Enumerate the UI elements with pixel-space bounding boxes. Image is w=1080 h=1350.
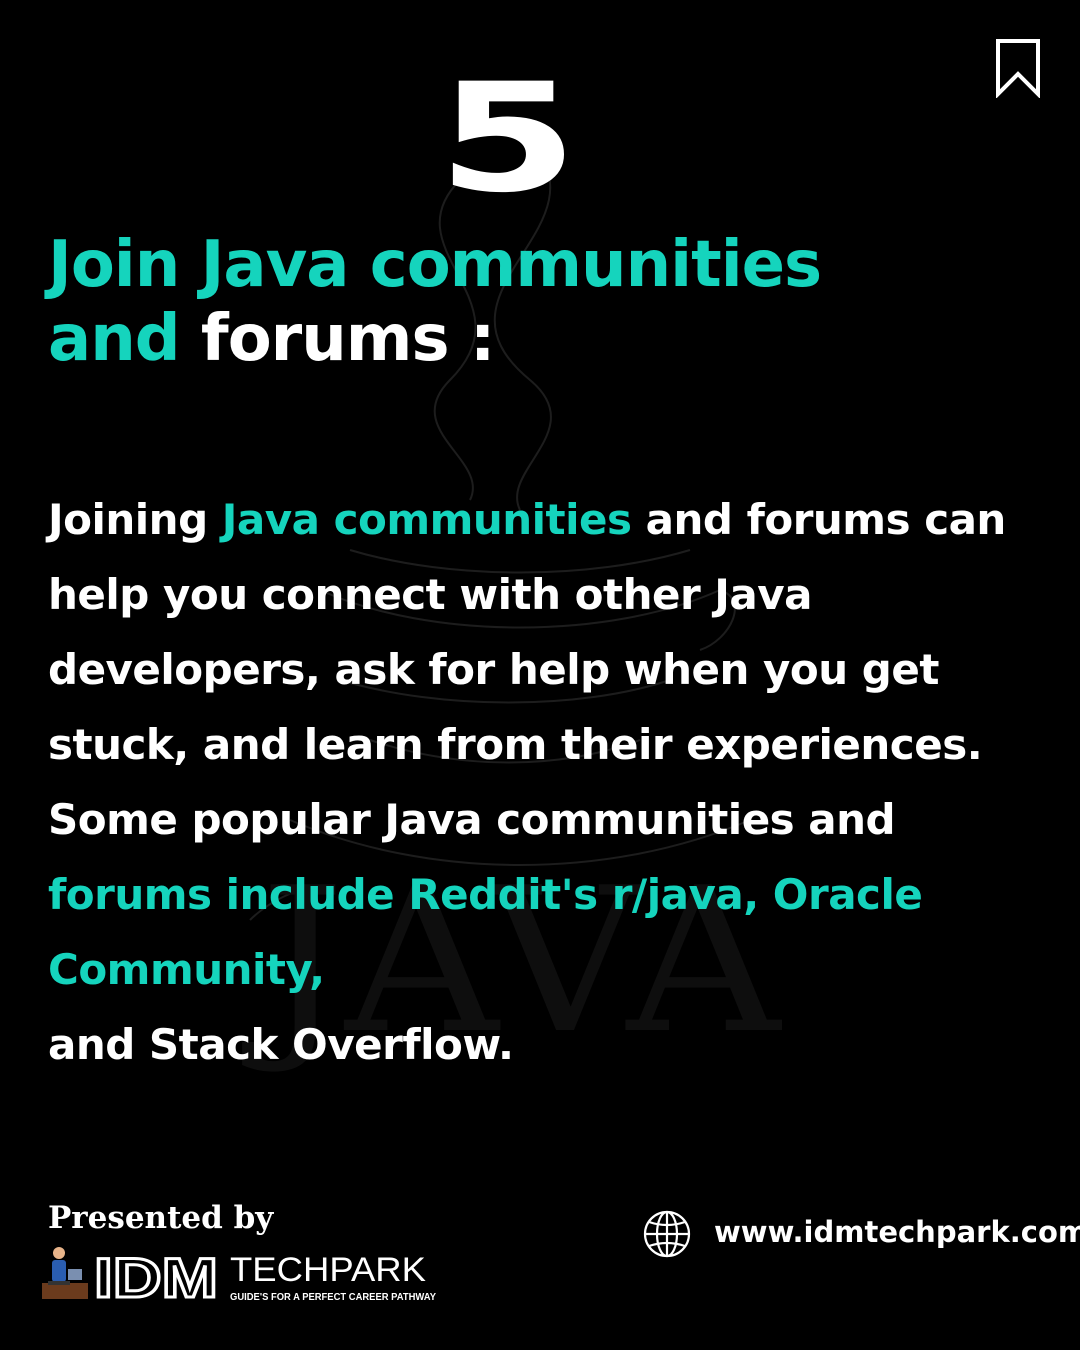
logo-idm: IDM (94, 1246, 218, 1305)
logo-tagline: GUIDE'S FOR A PERFECT CAREER PATHWAY (230, 1292, 436, 1303)
presented-by-label: Presented by (48, 1200, 274, 1236)
title-and: and (48, 302, 181, 376)
body-seg-1: Joining (48, 495, 222, 544)
idm-techpark-logo: IDM TECHPARK GUIDE'S FOR A PERFECT CAREE… (42, 1245, 436, 1305)
globe-icon (643, 1210, 691, 1258)
body-seg-2: and forums can help you connect with oth… (48, 495, 1006, 844)
page-title: Join Java communities and forums : (48, 228, 822, 376)
body-highlight-1: Java communities (221, 495, 632, 544)
body-highlight-2: forums include Reddit's r/java, Oracle C… (48, 870, 923, 994)
logo-techpark: TECHPARK (230, 1251, 426, 1289)
person-at-laptop-icon (42, 1247, 88, 1299)
step-number: 5 (437, 52, 578, 226)
body-paragraph: Joining Java communities and forums can … (48, 482, 1058, 1082)
title-forums: forums : (200, 302, 496, 376)
body-seg-3: and Stack Overflow. (48, 1020, 514, 1069)
title-line-1: Join Java communities (48, 228, 822, 302)
website-link[interactable]: www.idmtechpark.com (714, 1215, 1080, 1249)
